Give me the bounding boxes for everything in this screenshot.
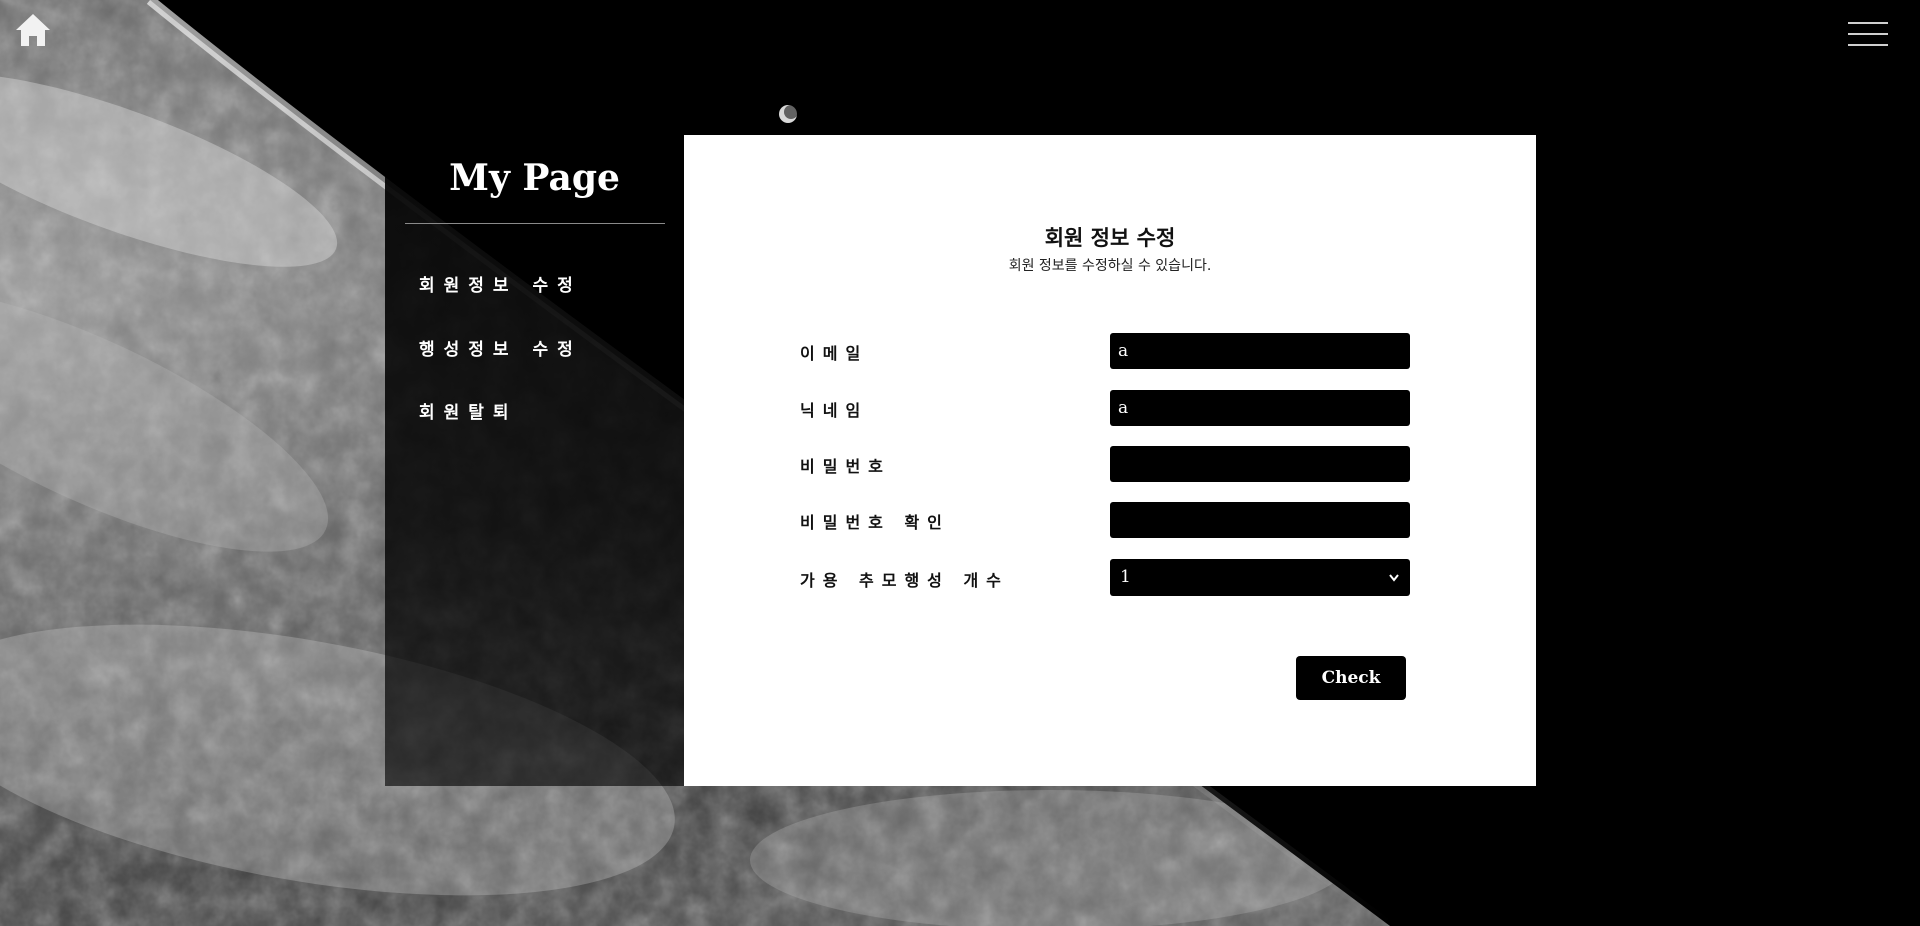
password-confirm-label: 비밀번호 확인	[800, 513, 950, 532]
nickname-field[interactable]	[1110, 390, 1410, 426]
nickname-label: 닉네임	[800, 401, 869, 420]
sidebar-item-withdraw[interactable]: 회원탈퇴	[419, 398, 518, 423]
chevron-down-icon	[1388, 559, 1400, 596]
main-panel: 회원 정보 수정 회원 정보를 수정하실 수 있습니다. 이메일 닉네임 비밀번…	[684, 135, 1536, 786]
sidebar: My Page 회원정보 수정 행성정보 수정 회원탈퇴	[385, 135, 684, 786]
password-confirm-field[interactable]	[1110, 502, 1410, 538]
planet-count-value: 1	[1120, 567, 1131, 587]
password-label: 비밀번호	[800, 457, 891, 476]
home-icon[interactable]	[14, 12, 52, 48]
hamburger-menu-icon[interactable]	[1848, 22, 1888, 50]
email-label: 이메일	[800, 344, 869, 363]
sidebar-title: My Page	[449, 157, 620, 199]
sidebar-item-edit-planet[interactable]: 행성정보 수정	[419, 335, 582, 360]
password-field[interactable]	[1110, 446, 1410, 482]
page-title: 회원 정보 수정	[1044, 225, 1176, 250]
moon-icon	[778, 104, 798, 124]
divider	[405, 223, 665, 224]
email-field[interactable]	[1110, 333, 1410, 369]
check-button[interactable]: Check	[1296, 656, 1406, 700]
sidebar-item-edit-member[interactable]: 회원정보 수정	[419, 271, 582, 296]
planet-count-select[interactable]: 1	[1110, 559, 1410, 596]
page-subtitle: 회원 정보를 수정하실 수 있습니다.	[1008, 258, 1212, 274]
planet-count-label: 가용 추모행성 개수	[800, 571, 1009, 590]
